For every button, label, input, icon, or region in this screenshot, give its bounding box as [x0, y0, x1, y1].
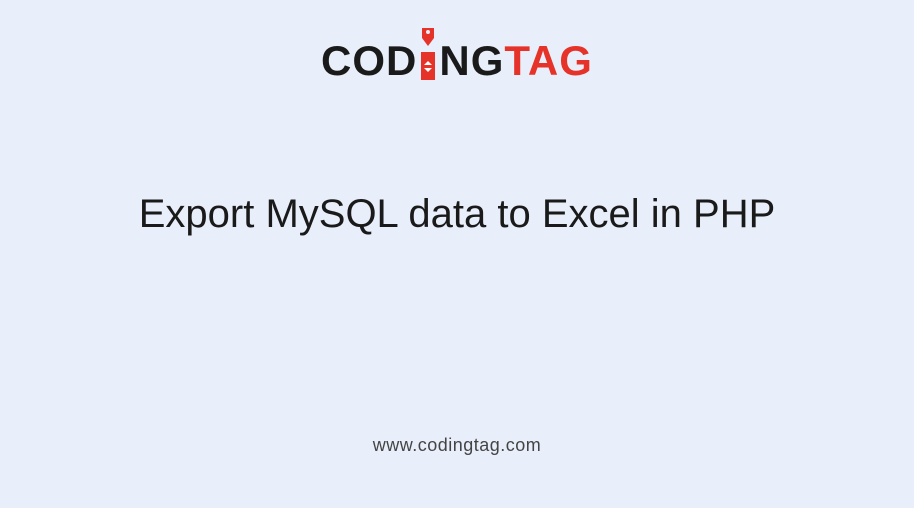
- logo-text: COD NG TAG: [321, 30, 593, 82]
- logo: COD NG TAG: [321, 30, 593, 82]
- chevron-down-icon: [424, 68, 432, 72]
- page-title: Export MySQL data to Excel in PHP: [139, 187, 776, 241]
- logo-part-coding-1: COD: [321, 40, 417, 82]
- logo-part-coding-2: NG: [439, 40, 504, 82]
- logo-i-glyph: [419, 28, 437, 80]
- logo-part-tag: TAG: [504, 40, 593, 82]
- price-tag-icon: [419, 28, 437, 50]
- chevron-up-icon: [424, 61, 432, 65]
- logo-i-body: [421, 52, 435, 80]
- footer-url: www.codingtag.com: [373, 435, 542, 456]
